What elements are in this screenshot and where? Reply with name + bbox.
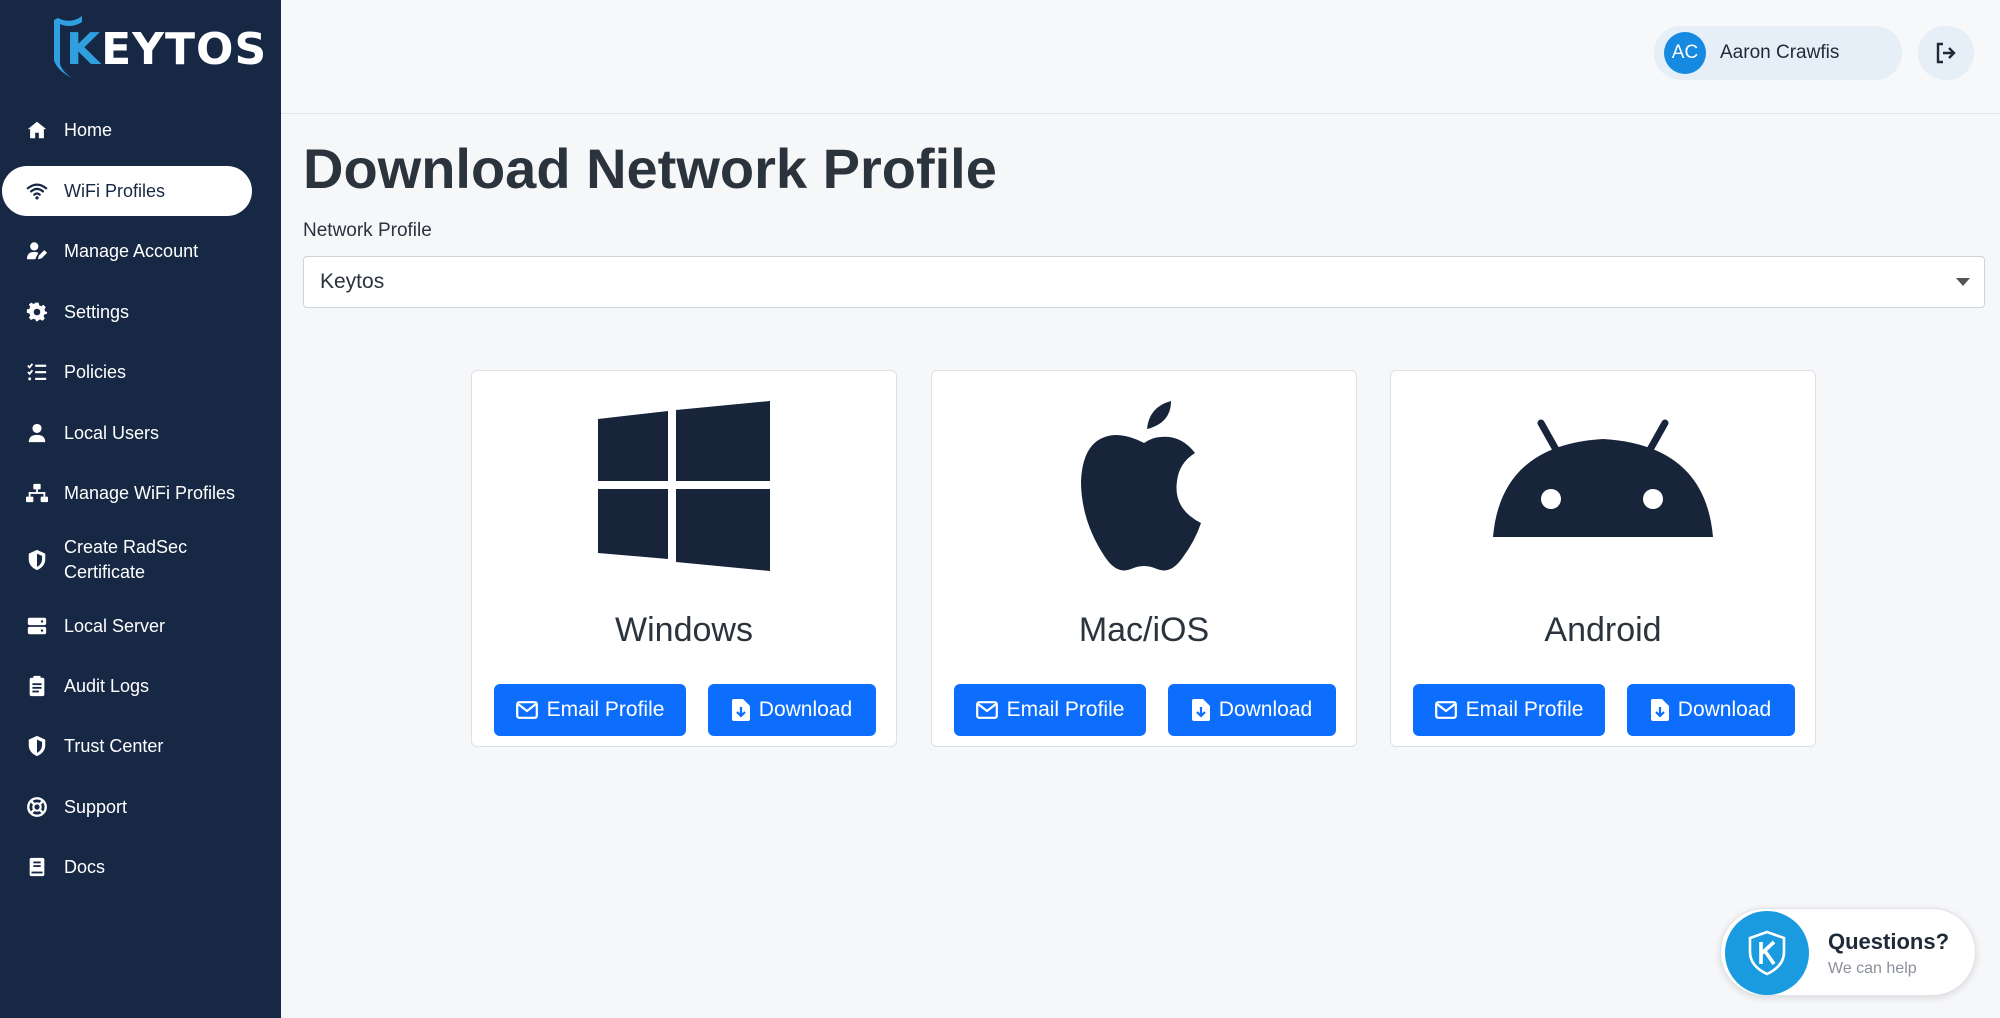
network-profile-select[interactable]: Keytos	[303, 256, 1985, 308]
sidebar: KEYTOS Home WiFi Profiles Manage Account…	[0, 0, 281, 1018]
sidebar-item-manage-account[interactable]: Manage Account	[2, 226, 252, 276]
book-icon	[24, 855, 50, 879]
logo-k: K	[66, 24, 102, 75]
sidebar-item-wifi-profiles[interactable]: WiFi Profiles	[2, 166, 252, 216]
network-icon	[24, 481, 50, 505]
server-icon	[24, 614, 50, 638]
sidebar-item-label: Create RadSec Certificate	[64, 537, 188, 582]
network-profile-value: Keytos	[320, 270, 385, 293]
sidebar-item-label: Manage Account	[64, 240, 199, 261]
user-edit-icon	[24, 239, 50, 263]
home-icon	[24, 118, 50, 142]
chat-widget[interactable]: Questions? We can help	[1720, 908, 1976, 996]
keytos-logo[interactable]: KEYTOS	[52, 14, 266, 80]
platform-card-mac: Mac/iOS Email Profile Download	[931, 370, 1357, 747]
sidebar-item-label: Policies	[64, 361, 127, 382]
android-icon	[1493, 419, 1713, 537]
envelope-icon	[975, 701, 998, 719]
sidebar-item-policies[interactable]: Policies	[2, 347, 252, 397]
download-label: Download	[758, 698, 853, 721]
shield-icon	[24, 734, 50, 758]
list-check-icon	[24, 360, 50, 384]
sidebar-item-audit-logs[interactable]: Audit Logs	[2, 661, 252, 711]
sidebar-item-label: Trust Center	[64, 735, 164, 756]
download-label: Download	[1218, 698, 1313, 721]
user-name: Aaron Crawfis	[1720, 42, 1840, 63]
sidebar-item-trust-center[interactable]: Trust Center	[2, 721, 252, 771]
platform-card-windows: Windows Email Profile Download	[471, 370, 897, 747]
sidebar-item-label: Manage WiFi Profiles	[64, 482, 236, 503]
email-profile-button[interactable]: Email Profile	[494, 684, 686, 736]
sidebar-item-manage-wifi-profiles[interactable]: Manage WiFi Profiles	[2, 468, 252, 518]
chevron-down-icon	[1956, 278, 1970, 286]
gear-icon	[24, 300, 50, 324]
envelope-icon	[515, 701, 538, 719]
sidebar-item-home[interactable]: Home	[2, 105, 252, 155]
apple-icon	[1081, 401, 1201, 571]
windows-icon	[598, 401, 770, 571]
download-label: Download	[1677, 698, 1772, 721]
sidebar-item-docs[interactable]: Docs	[2, 842, 252, 892]
platform-name: Mac/iOS	[1078, 611, 1210, 649]
download-button[interactable]: Download	[1627, 684, 1795, 736]
sidebar-item-label: Home	[64, 119, 113, 140]
chat-logo-icon	[1725, 911, 1809, 995]
sidebar-item-support[interactable]: Support	[2, 782, 252, 832]
sidebar-item-label: Support	[64, 796, 128, 817]
platform-card-android: Android Email Profile Download	[1390, 370, 1816, 747]
sidebar-item-label: Settings	[64, 301, 130, 322]
sidebar-item-create-radsec-certificate[interactable]: Create RadSec Certificate	[2, 529, 252, 591]
email-profile-button[interactable]: Email Profile	[1413, 684, 1605, 736]
sidebar-item-settings[interactable]: Settings	[2, 287, 252, 337]
sidebar-item-local-users[interactable]: Local Users	[2, 408, 252, 458]
user-icon	[24, 421, 50, 445]
page-title: Download Network Profile	[303, 137, 997, 200]
chat-title: Questions?	[1828, 929, 1950, 954]
life-ring-icon	[24, 795, 50, 819]
platform-name: Windows	[615, 611, 753, 649]
sidebar-item-label: Local Users	[64, 422, 160, 443]
logo-rest: EYTOS	[101, 24, 268, 75]
email-profile-button[interactable]: Email Profile	[954, 684, 1146, 736]
platform-name: Android	[1544, 611, 1662, 649]
file-download-icon	[1191, 699, 1210, 721]
chat-subtitle: We can help	[1828, 960, 1917, 977]
clipboard-icon	[24, 674, 50, 698]
email-profile-label: Email Profile	[546, 698, 665, 721]
download-button[interactable]: Download	[1168, 684, 1336, 736]
sidebar-item-label: Local Server	[64, 615, 166, 636]
sidebar-item-label: WiFi Profiles	[64, 180, 166, 201]
download-button[interactable]: Download	[708, 684, 876, 736]
avatar: AC	[1664, 32, 1706, 74]
file-download-icon	[731, 699, 750, 721]
logout-button[interactable]	[1918, 26, 1974, 80]
sidebar-item-label: Docs	[64, 856, 106, 877]
user-menu[interactable]: AC Aaron Crawfis	[1654, 26, 1902, 80]
email-profile-label: Email Profile	[1465, 698, 1584, 721]
wifi-icon	[24, 179, 50, 203]
file-download-icon	[1650, 699, 1669, 721]
envelope-icon	[1434, 701, 1457, 719]
email-profile-label: Email Profile	[1006, 698, 1125, 721]
logout-icon	[1936, 42, 1956, 64]
network-profile-label: Network Profile	[303, 220, 432, 241]
sidebar-item-label: Audit Logs	[64, 675, 150, 696]
shield-half-icon	[24, 548, 50, 572]
sidebar-item-local-server[interactable]: Local Server	[2, 601, 252, 651]
